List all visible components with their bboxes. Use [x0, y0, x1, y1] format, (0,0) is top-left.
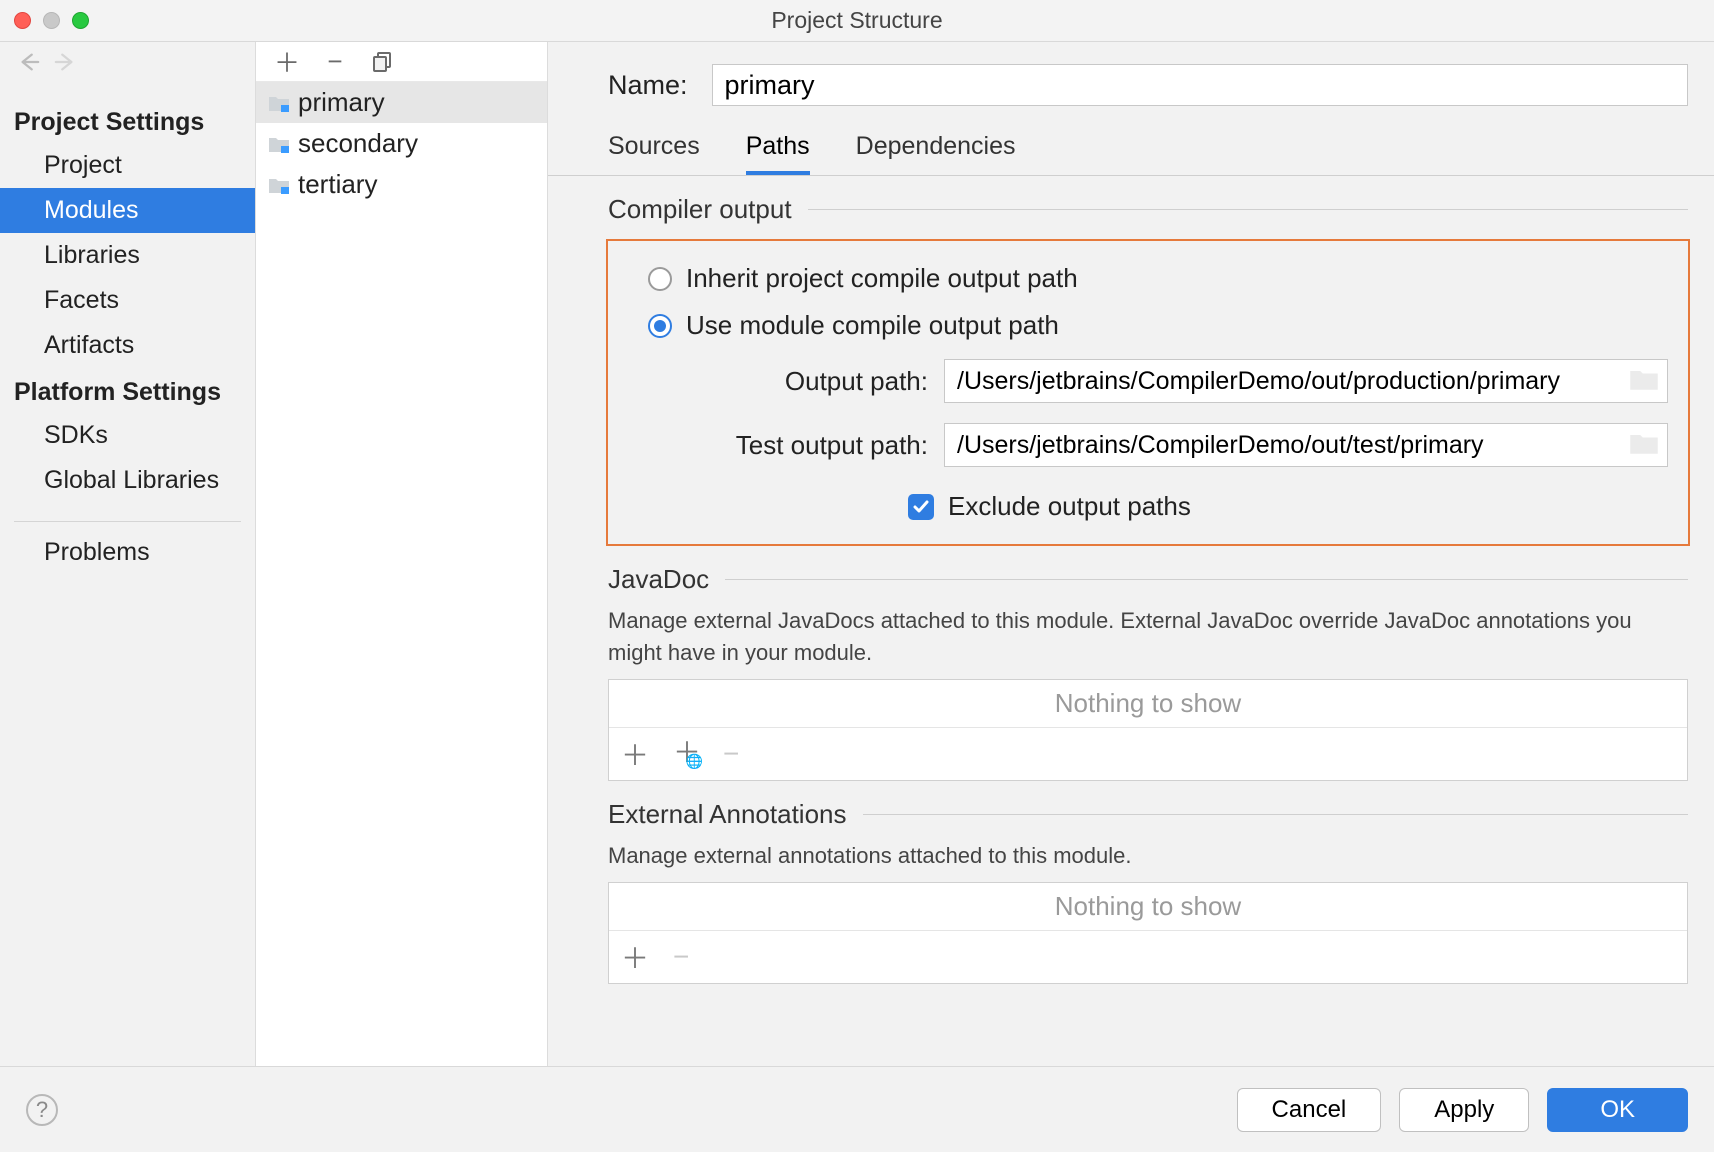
annotations-empty-label: Nothing to show	[609, 883, 1687, 930]
detail-panel: Name: Sources Paths Dependencies Compile…	[548, 42, 1714, 1066]
nav-item-artifacts[interactable]: Artifacts	[0, 323, 255, 368]
annotations-heading: External Annotations	[608, 799, 847, 830]
section-divider	[863, 814, 1689, 815]
exclude-output-row[interactable]: Exclude output paths	[628, 477, 1668, 522]
annotations-list: Nothing to show ＋ −	[608, 882, 1688, 984]
exclude-output-label: Exclude output paths	[948, 491, 1191, 522]
nav-item-problems[interactable]: Problems	[0, 530, 255, 575]
nav-item-sdks[interactable]: SDKs	[0, 413, 255, 458]
module-icon	[268, 176, 290, 194]
section-divider	[808, 209, 1688, 210]
radio-inherit-row[interactable]: Inherit project compile output path	[628, 255, 1668, 302]
radio-use-module[interactable]	[648, 314, 672, 338]
module-item-primary[interactable]: primary	[256, 82, 547, 123]
module-label: secondary	[298, 128, 418, 159]
tab-sources[interactable]: Sources	[608, 132, 700, 175]
output-path-label: Output path:	[688, 366, 928, 397]
radio-use-row[interactable]: Use module compile output path	[628, 302, 1668, 349]
titlebar: Project Structure	[0, 0, 1714, 42]
module-label: tertiary	[298, 169, 377, 200]
output-path-input[interactable]	[945, 367, 1629, 396]
tab-paths[interactable]: Paths	[746, 132, 810, 175]
left-sidebar: Project Settings Project Modules Librari…	[0, 42, 256, 1066]
exclude-output-checkbox[interactable]	[908, 494, 934, 520]
javadoc-description: Manage external JavaDocs attached to thi…	[608, 595, 1688, 669]
help-button[interactable]: ?	[26, 1094, 58, 1126]
browse-test-folder-icon[interactable]	[1629, 430, 1659, 460]
nav-separator	[14, 521, 241, 522]
modules-panel: ＋ − primary secondary	[256, 42, 548, 1066]
javadoc-add-url-button[interactable]: ＋🌐	[673, 741, 699, 767]
cancel-button[interactable]: Cancel	[1237, 1088, 1382, 1132]
javadoc-empty-label: Nothing to show	[609, 680, 1687, 727]
nav-heading-platform-settings: Platform Settings	[0, 368, 255, 413]
annotations-description: Manage external annotations attached to …	[608, 830, 1688, 872]
nav-item-modules[interactable]: Modules	[0, 188, 255, 233]
module-icon	[268, 94, 290, 112]
dialog-footer: ? Cancel Apply OK	[0, 1066, 1714, 1152]
browse-output-folder-icon[interactable]	[1629, 366, 1659, 396]
section-divider	[725, 579, 1688, 580]
nav-item-project[interactable]: Project	[0, 143, 255, 188]
javadoc-remove-button[interactable]: −	[723, 738, 739, 770]
javadoc-add-button[interactable]: ＋	[621, 734, 649, 774]
ok-button[interactable]: OK	[1547, 1088, 1688, 1132]
radio-inherit-label: Inherit project compile output path	[686, 263, 1078, 294]
tab-dependencies[interactable]: Dependencies	[856, 132, 1016, 175]
nav-item-libraries[interactable]: Libraries	[0, 233, 255, 278]
module-item-tertiary[interactable]: tertiary	[256, 164, 547, 205]
test-output-path-input[interactable]	[945, 431, 1629, 460]
remove-module-button[interactable]: −	[324, 51, 346, 73]
module-name-input[interactable]	[712, 64, 1688, 106]
compiler-output-heading: Compiler output	[608, 194, 792, 225]
nav-item-facets[interactable]: Facets	[0, 278, 255, 323]
copy-module-button[interactable]	[372, 51, 394, 73]
apply-button[interactable]: Apply	[1399, 1088, 1529, 1132]
javadoc-list: Nothing to show ＋ ＋🌐 −	[608, 679, 1688, 781]
nav-heading-project-settings: Project Settings	[0, 98, 255, 143]
nav-item-global-libraries[interactable]: Global Libraries	[0, 458, 255, 503]
radio-use-label: Use module compile output path	[686, 310, 1059, 341]
annotations-add-button[interactable]: ＋	[621, 937, 649, 977]
javadoc-heading: JavaDoc	[608, 564, 709, 595]
compiler-output-highlight: Inherit project compile output path Use …	[606, 239, 1690, 546]
add-module-button[interactable]: ＋	[276, 51, 298, 73]
window-title: Project Structure	[0, 7, 1714, 34]
module-label: primary	[298, 87, 385, 118]
nav-back-button[interactable]	[18, 51, 40, 73]
module-item-secondary[interactable]: secondary	[256, 123, 547, 164]
annotations-remove-button[interactable]: −	[673, 941, 689, 973]
nav-forward-button[interactable]	[54, 51, 76, 73]
module-icon	[268, 135, 290, 153]
radio-inherit[interactable]	[648, 267, 672, 291]
test-output-path-label: Test output path:	[688, 430, 928, 461]
name-label: Name:	[608, 70, 688, 101]
